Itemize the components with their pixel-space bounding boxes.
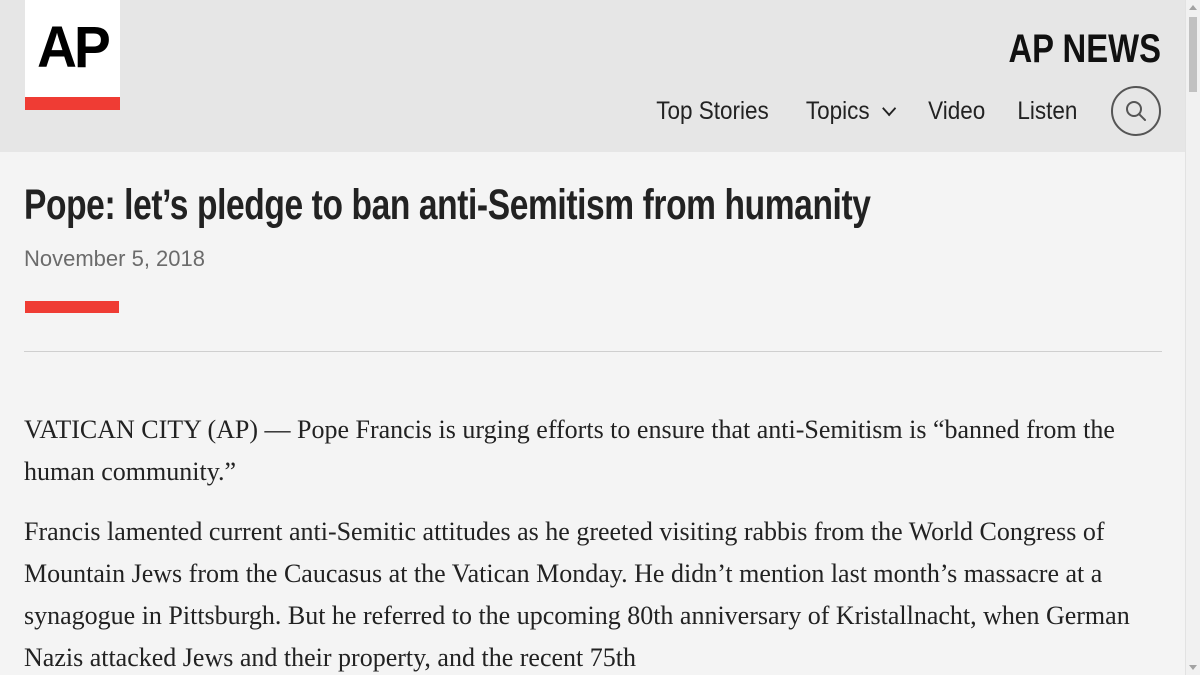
nav-top-stories[interactable]: Top Stories	[656, 97, 769, 126]
nav-listen[interactable]: Listen	[1018, 97, 1078, 126]
scrollbar-thumb[interactable]	[1189, 17, 1197, 92]
scroll-up-arrow-icon[interactable]	[1189, 5, 1197, 10]
ap-logo-text: AP	[37, 15, 111, 80]
ap-logo[interactable]: AP	[25, 0, 120, 110]
main-nav: Top Stories Topics Video Listen	[624, 86, 1161, 136]
nav-topics-label: Topics	[805, 96, 870, 125]
article-date: November 5, 2018	[24, 246, 205, 271]
divider	[24, 351, 1162, 352]
nav-video[interactable]: Video	[928, 97, 985, 126]
vertical-scrollbar[interactable]	[1185, 0, 1200, 675]
brand-name-link[interactable]: AP NEWS	[1009, 24, 1161, 74]
scroll-down-arrow-icon[interactable]	[1189, 665, 1197, 670]
chevron-down-icon	[881, 100, 896, 116]
article-paragraph: VATICAN CITY (AP) — Pope Francis is urgi…	[24, 415, 1115, 486]
headline-accent-bar	[25, 301, 119, 313]
article-headline: Pope: let’s pledge to ban anti-Semitism …	[24, 181, 871, 229]
logo-accent-bar	[25, 97, 120, 110]
nav-topics[interactable]: Topics	[805, 96, 896, 126]
search-icon	[1126, 101, 1146, 121]
search-button[interactable]	[1111, 86, 1161, 136]
site-header: AP AP NEWS Top Stories Topics Video List…	[0, 0, 1185, 152]
article-paragraph: Francis lamented current anti-Semitic at…	[24, 517, 1130, 672]
article-body: VATICAN CITY (AP) — Pope Francis is urgi…	[24, 409, 1164, 675]
